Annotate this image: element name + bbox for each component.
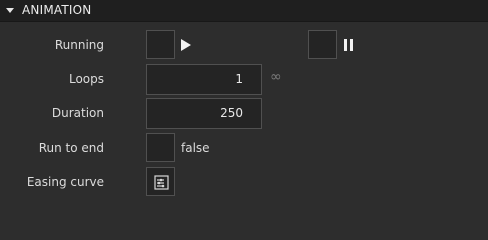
run-to-end-label: Run to end bbox=[38, 141, 104, 155]
pause-icon[interactable] bbox=[344, 39, 354, 51]
loops-label: Loops bbox=[68, 72, 104, 86]
run-to-end-checkbox[interactable] bbox=[146, 133, 175, 162]
running-pause-checkbox[interactable] bbox=[308, 30, 337, 59]
easing-curve-label: Easing curve bbox=[26, 175, 104, 189]
animation-section-header[interactable]: ANIMATION bbox=[0, 0, 488, 22]
play-icon[interactable] bbox=[181, 39, 191, 51]
section-title: ANIMATION bbox=[22, 3, 92, 17]
easing-curve-icon bbox=[154, 175, 169, 190]
chevron-down-icon[interactable] bbox=[6, 8, 14, 13]
running-play-checkbox[interactable] bbox=[146, 30, 175, 59]
duration-input[interactable]: 250 bbox=[146, 98, 262, 129]
infinity-icon[interactable]: ∞ bbox=[270, 69, 282, 85]
duration-label: Duration bbox=[51, 106, 104, 120]
easing-curve-button[interactable] bbox=[146, 167, 175, 196]
run-to-end-value: false bbox=[181, 141, 210, 155]
running-label: Running bbox=[54, 38, 104, 52]
loops-input[interactable]: 1 bbox=[146, 64, 262, 95]
